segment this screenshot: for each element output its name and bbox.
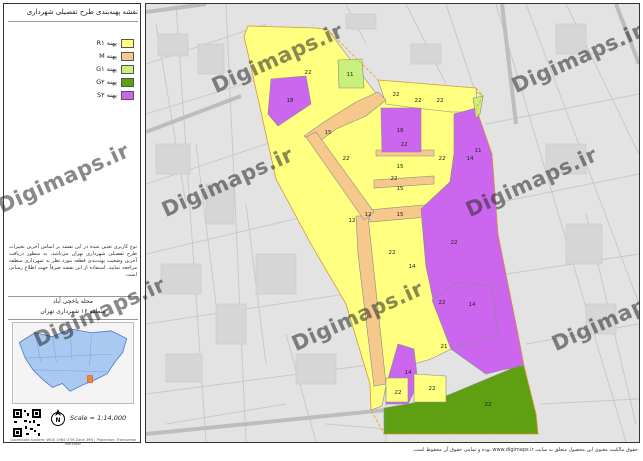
zone-label: 14	[467, 156, 474, 162]
zone-label: 11	[475, 148, 482, 154]
zone-label: 22	[429, 386, 436, 392]
zone-label: 21	[441, 344, 448, 350]
scale-text: Scale = 1:14,000	[70, 414, 127, 422]
zone-label: 18	[287, 98, 294, 104]
legend-title: نقشه پهنه‌بندی طرح تفصیلی شهرداری	[8, 8, 138, 22]
legend-swatch-s2	[121, 90, 134, 100]
zone-label: 12	[365, 212, 372, 218]
zone-label: 22	[395, 390, 402, 396]
zone-label: 15	[397, 164, 404, 170]
legend-swatch-g2	[121, 77, 134, 87]
zone-label: 22	[305, 70, 312, 76]
legend-panel: نقشه پهنه‌بندی طرح تفصیلی شهرداری پهنه R…	[3, 3, 141, 446]
zone-label: 22	[393, 92, 400, 98]
zone-label: 22	[391, 176, 398, 182]
legend-label: پهنه S۲	[97, 91, 117, 99]
zone-label: 15	[397, 212, 404, 218]
zone-label: 22	[401, 142, 408, 148]
legend-item-g2: پهنه G۲	[14, 77, 134, 87]
legend-label: پهنه G۲	[96, 78, 117, 86]
map-frame: 22 11 22 22 22 18 15 22 18 22 14 11 22 1…	[145, 3, 640, 443]
zone-label: 22	[389, 250, 396, 256]
legend-item-g1: پهنه G۱	[14, 64, 134, 74]
north-arrow-icon: N	[51, 409, 65, 426]
zone-label: 12	[349, 218, 356, 224]
legend-item-s2: پهنه S۲	[14, 90, 134, 100]
legend-label: پهنه G۱	[96, 65, 117, 73]
zone-label: 14	[409, 264, 416, 270]
zone-label: 22	[439, 300, 446, 306]
legend-swatch-r1	[121, 38, 134, 48]
legend-item-m: پهنه M	[14, 51, 134, 61]
coordinate-system-note: Coordinate System: WGS 1984 UTM Zone 39N…	[9, 438, 137, 446]
zone-label: 22	[485, 402, 492, 408]
legend-label: پهنه R۱	[96, 39, 117, 47]
zone-label: 14	[469, 302, 476, 308]
zone-label: 22	[439, 156, 446, 162]
copyright-footer: حقوق مالکیت معنوی این محصول متعلق به سای…	[412, 447, 638, 453]
legend-swatch-m	[121, 51, 134, 61]
zone-label: 22	[451, 240, 458, 246]
qr-code-icon	[12, 408, 42, 438]
zone-label: 15	[325, 130, 332, 136]
zone-label: 22	[437, 98, 444, 104]
svg-text:N: N	[55, 417, 60, 424]
zone-label: 18	[397, 128, 404, 134]
map-notes: نوع کاربری تعیین شده در این نقشه بر اساس…	[9, 244, 137, 278]
zone-label: 14	[405, 370, 412, 376]
legend-item-r1: پهنه R۱	[14, 38, 134, 48]
legend-label: پهنه M	[99, 52, 117, 60]
zone-label: 11	[347, 72, 354, 78]
zone-label: 22	[343, 156, 350, 162]
zone-label: 15	[397, 186, 404, 192]
legend-swatch-g1	[121, 64, 134, 74]
zone-label: 22	[415, 98, 422, 104]
